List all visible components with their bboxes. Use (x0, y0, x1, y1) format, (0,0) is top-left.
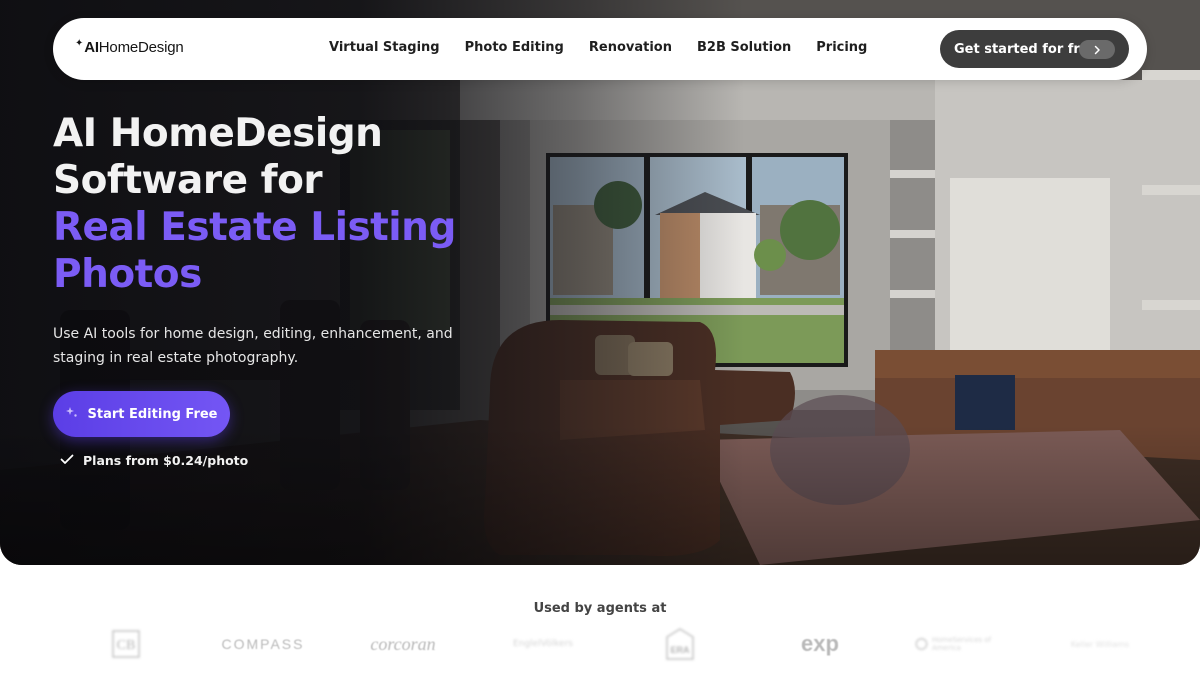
homeservices-logo: HomeServices of America (915, 624, 1005, 664)
pricing-note: Plans from $0.24/photo (60, 453, 248, 468)
homeservices-logo-text: HomeServices of America (931, 636, 992, 652)
headline-line-4: Photos (53, 252, 202, 297)
checkmark-icon (60, 453, 74, 468)
svg-text:CB: CB (117, 638, 136, 653)
site-logo[interactable]: ✦ AI HomeDesign (75, 38, 184, 56)
sparkle-icon: ✦ (75, 38, 84, 49)
nav-menu: Virtual Staging Photo Editing Renovation… (329, 40, 867, 55)
headline-line-3: Real Estate Listing (53, 205, 456, 250)
get-started-label: Get started for free (954, 41, 1098, 57)
hero-section: ✦ AI HomeDesign Virtual Staging Photo Ed… (0, 0, 1200, 565)
hero-bottom-gradient (0, 425, 1200, 565)
used-by-heading: Used by agents at (533, 601, 667, 616)
coldwell-banker-logo: CB (96, 624, 156, 664)
keller-williams-logo: Keller Williams (1070, 639, 1130, 649)
sparkle-icon (65, 406, 78, 422)
svg-text:ERA: ERA (670, 645, 690, 655)
hero-headline: AI HomeDesign Software for Real Estate L… (53, 110, 513, 298)
partner-logos: CB COMPASS corcoran EnglelVölkers ERA ex… (0, 624, 1200, 664)
hero-subtext: Use AI tools for home design, editing, e… (53, 326, 453, 366)
nav-item-photo-editing[interactable]: Photo Editing (465, 40, 564, 55)
start-editing-label: Start Editing Free (87, 406, 218, 422)
logo-suffix: HomeDesign (98, 39, 184, 56)
exp-logo: exp (801, 631, 839, 656)
nav-item-virtual-staging[interactable]: Virtual Staging (329, 40, 440, 55)
corcoran-logo: corcoran (370, 633, 436, 654)
headline-line-2: Software for (53, 158, 323, 203)
nav-item-renovation[interactable]: Renovation (589, 40, 672, 55)
chevron-right-icon (1079, 40, 1115, 59)
top-navbar: ✦ AI HomeDesign Virtual Staging Photo Ed… (53, 18, 1147, 80)
headline-line-1: AI HomeDesign (53, 111, 383, 156)
nav-item-b2b-solution[interactable]: B2B Solution (697, 40, 791, 55)
logo-prefix: AI (84, 39, 99, 56)
get-started-button[interactable]: Get started for free (940, 30, 1129, 68)
era-logo: ERA (655, 624, 705, 664)
start-editing-button[interactable]: Start Editing Free (53, 391, 230, 437)
pricing-note-text: Plans from $0.24/photo (83, 453, 249, 468)
engel-volkers-logo: EnglelVölkers (513, 639, 573, 649)
nav-item-pricing[interactable]: Pricing (816, 40, 867, 55)
compass-logo: COMPASS (221, 636, 305, 652)
